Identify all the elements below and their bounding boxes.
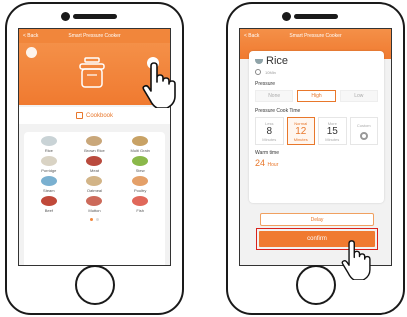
pointing-hand-icon <box>341 240 371 280</box>
menu-item[interactable]: Fish <box>117 196 163 213</box>
menu-item-label: Poultry <box>133 188 147 193</box>
menu-item-label: Porridge <box>41 168 57 173</box>
food-icon <box>132 176 149 186</box>
menu-item-label: Oatmeal <box>86 188 103 193</box>
page-dot-active[interactable] <box>90 218 93 221</box>
menu-item-label: Steam <box>43 188 55 193</box>
recipe-title-row: Rice <box>255 55 378 67</box>
pressure-label: Pressure <box>255 81 276 87</box>
food-icon <box>40 156 57 166</box>
recipe-title: Rice <box>266 55 289 67</box>
page-dots <box>26 218 163 221</box>
warm-time-value: 24 <box>255 158 266 168</box>
home-button[interactable] <box>295 265 336 305</box>
right-phone-frame: < Back Smart Pressure Cooker Rice 10Min … <box>226 2 405 315</box>
cook-time-unit: Minutes <box>293 136 308 142</box>
menu-panel: Rice Brown Rice Multi Grain Porridge Meat Ste… <box>24 132 165 265</box>
food-icon <box>132 196 149 206</box>
menu-item-label: Mutton <box>88 208 101 213</box>
pointing-hand-icon <box>142 62 176 108</box>
warm-time-label: Warm time <box>255 150 279 156</box>
left-phone-frame: < Back Smart Pressure Cooker Cookbook Ri… <box>5 2 184 315</box>
cook-time-options: Less 8 Minutes Normal 12 Minutes More 15 Minutes… <box>255 117 378 145</box>
cook-time-option[interactable]: More 15 Minutes <box>318 117 347 145</box>
pressure-cooker-icon <box>79 57 105 88</box>
menu-item[interactable]: Brown Rice <box>72 136 118 153</box>
back-button[interactable]: < Back <box>244 33 259 39</box>
cookbook-button[interactable]: Cookbook <box>19 107 170 124</box>
menu-item[interactable]: Multi Grain <box>117 136 163 153</box>
food-icon <box>40 136 57 146</box>
home-button[interactable] <box>74 265 115 305</box>
cook-time-option[interactable]: Less 8 Minutes <box>255 117 284 145</box>
cook-time-option[interactable]: Normal 12 Minutes <box>286 117 315 145</box>
pressure-option[interactable]: Low <box>339 90 378 102</box>
book-icon <box>75 112 83 119</box>
cook-time-option[interactable]: Custom <box>349 117 378 145</box>
food-icon <box>86 136 103 146</box>
food-icon <box>40 176 57 186</box>
menu-item-label: Meat <box>90 168 99 173</box>
food-icon <box>132 136 149 146</box>
cook-time-value: 8 <box>266 125 273 137</box>
menu-item[interactable]: Rice <box>26 136 72 153</box>
menu-item-label: Multi Grain <box>130 148 150 153</box>
app-title: Smart Pressure Cooker <box>68 33 121 39</box>
speaker-slot <box>293 14 338 19</box>
pressure-options: None High Low <box>255 90 378 102</box>
page-dot[interactable] <box>96 218 99 221</box>
menu-item-label: Fish <box>136 208 144 213</box>
warm-time-value-row[interactable]: 24 Hour <box>255 158 378 168</box>
food-icon <box>86 156 103 166</box>
app-title: Smart Pressure Cooker <box>289 33 342 39</box>
recipe-sub-row: 10Min <box>255 69 378 75</box>
cook-time-unit: Minutes <box>325 136 340 142</box>
menu-item[interactable]: Steam <box>26 176 72 193</box>
right-screen: < Back Smart Pressure Cooker Rice 10Min … <box>239 28 392 266</box>
back-button[interactable]: < Back <box>23 33 38 39</box>
recipe-duration: 10Min <box>265 69 276 75</box>
cook-time-label: Pressure Cook Time <box>255 108 301 114</box>
menu-grid: Rice Brown Rice Multi Grain Porridge Meat Ste… <box>26 136 163 213</box>
menu-item-label: Brown Rice <box>84 148 105 153</box>
cook-time-value: 15 <box>326 125 338 137</box>
pressure-option[interactable]: High <box>297 90 336 102</box>
cook-time-name: Custom <box>356 122 371 128</box>
food-icon <box>86 196 103 206</box>
cook-time-value: 12 <box>295 125 307 137</box>
camera-dot <box>282 12 291 21</box>
food-icon <box>132 156 149 166</box>
menu-item[interactable]: Meat <box>72 156 118 173</box>
warm-time-unit: Hour <box>267 162 279 168</box>
menu-item[interactable]: Oatmeal <box>72 176 118 193</box>
menu-item-label: Stew <box>135 168 145 173</box>
camera-dot <box>61 12 70 21</box>
rice-bowl-icon <box>255 58 263 64</box>
speaker-slot <box>72 14 117 19</box>
recipe-settings-card: Rice 10Min Pressure None High Low Pressure… <box>249 51 384 203</box>
right-header: < Back Smart Pressure Cooker <box>240 29 391 43</box>
menu-item[interactable]: Beef <box>26 196 72 213</box>
menu-item[interactable]: Poultry <box>117 176 163 193</box>
pressure-option[interactable]: None <box>255 90 294 102</box>
food-icon <box>40 196 57 206</box>
left-header: < Back Smart Pressure Cooker <box>19 29 170 43</box>
delay-button[interactable]: Delay <box>260 213 374 226</box>
menu-item[interactable]: Porridge <box>26 156 72 173</box>
food-icon <box>86 176 103 186</box>
menu-item-label: Beef <box>44 208 53 213</box>
menu-item-label: Rice <box>44 148 53 153</box>
brand-logo-icon <box>26 47 37 58</box>
cook-time-unit: Minutes <box>262 136 277 142</box>
menu-item[interactable]: Stew <box>117 156 163 173</box>
clock-icon <box>255 69 261 75</box>
gear-icon <box>359 131 368 140</box>
menu-item[interactable]: Mutton <box>72 196 118 213</box>
cookbook-label: Cookbook <box>85 112 114 119</box>
